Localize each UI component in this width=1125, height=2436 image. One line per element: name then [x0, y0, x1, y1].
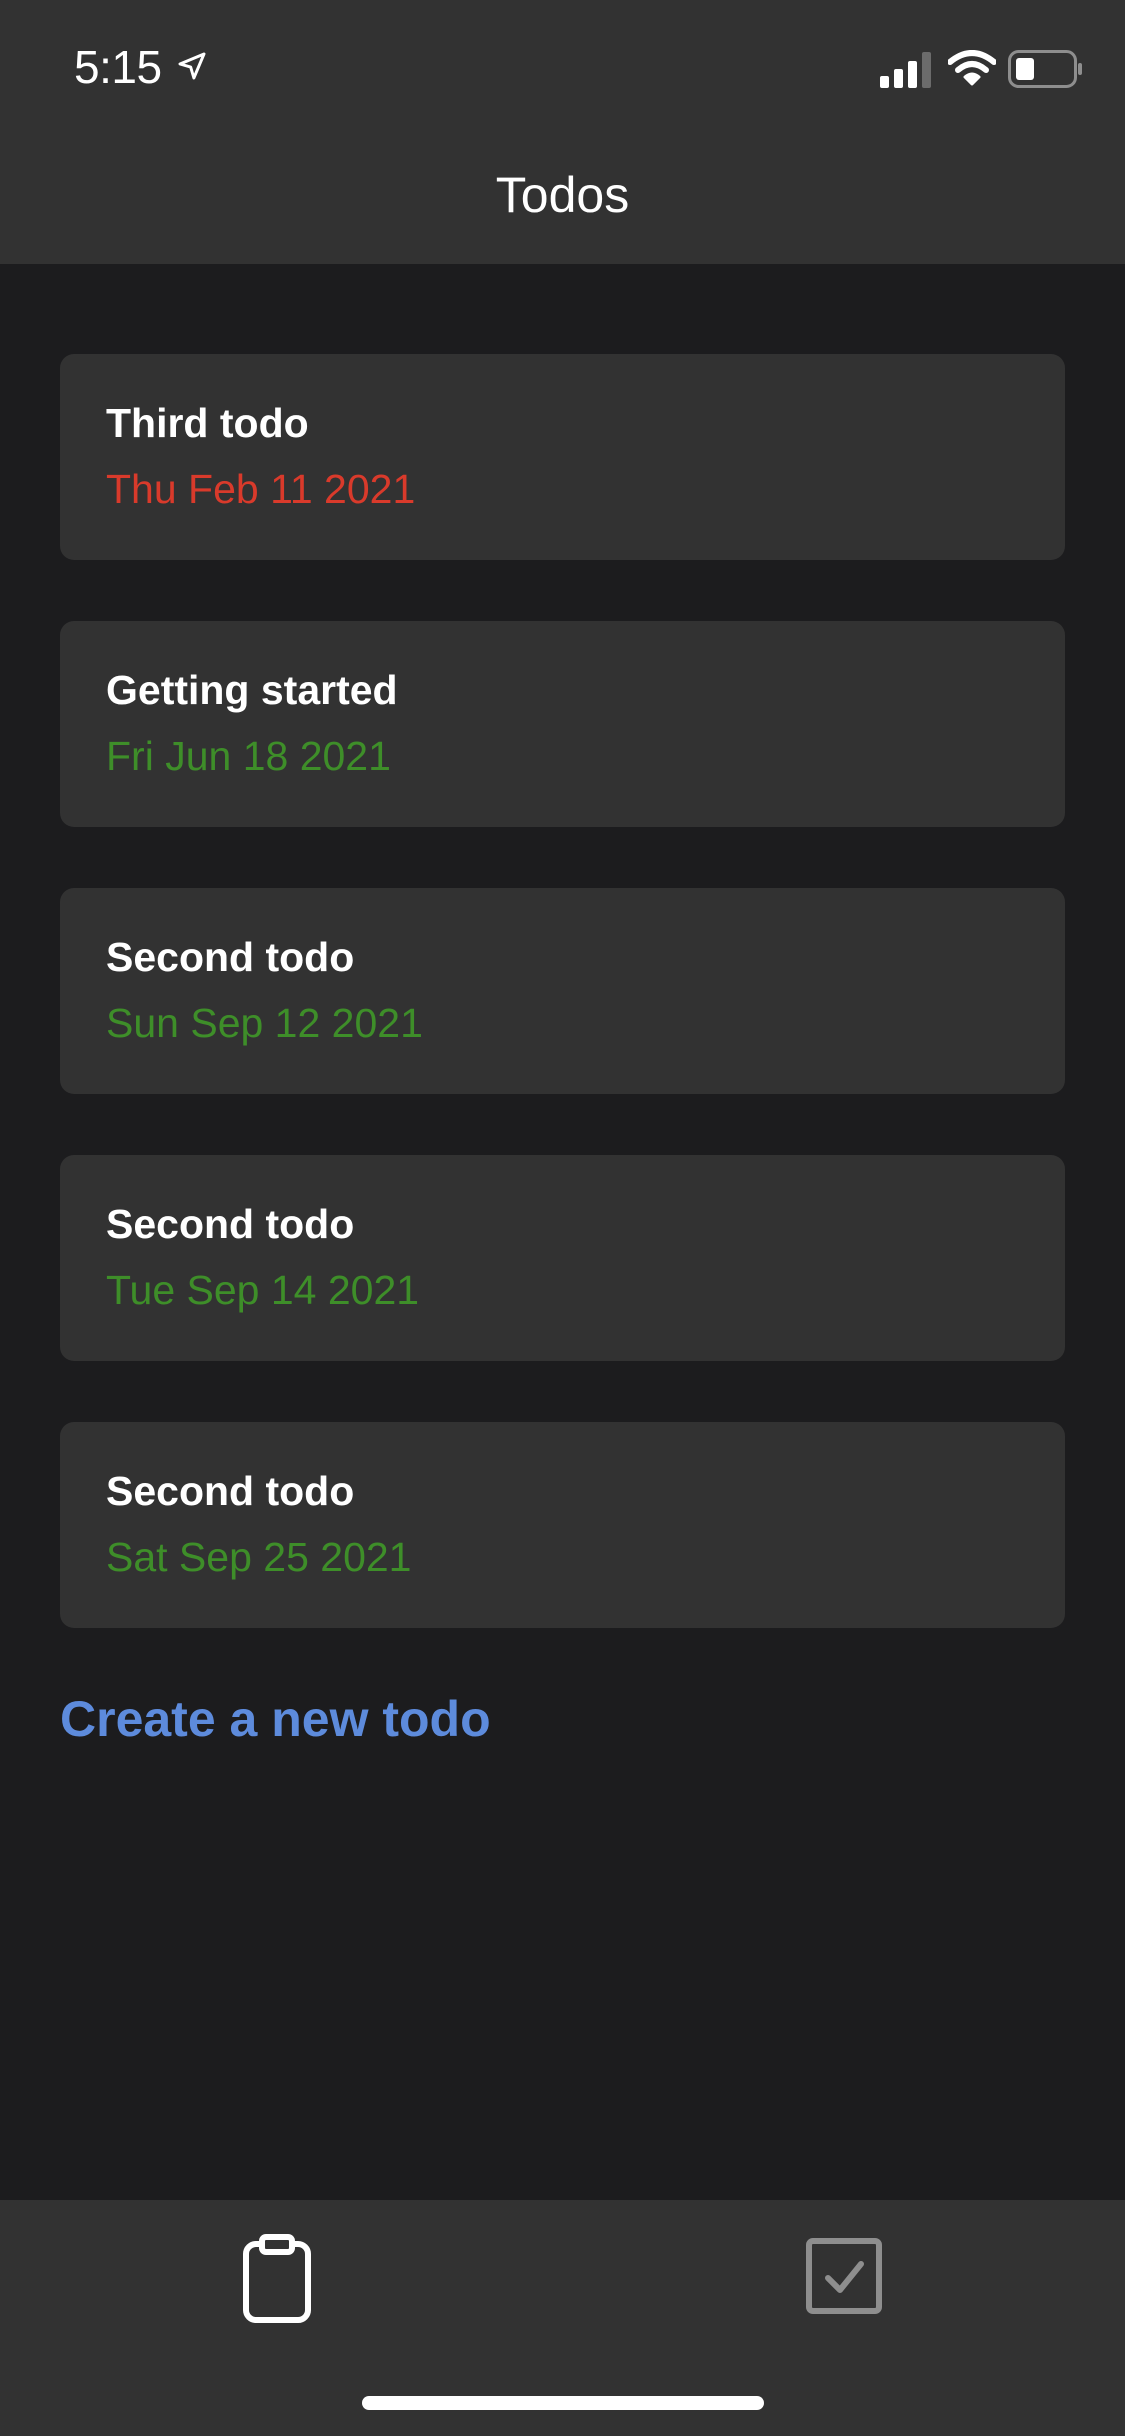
- todo-date: Sat Sep 25 2021: [106, 1534, 412, 1580]
- todo-title: Second todo: [106, 934, 355, 980]
- wifi-icon: [948, 50, 996, 86]
- todo-item[interactable]: Third todo Thu Feb 11 2021: [60, 354, 1065, 560]
- todo-title: Third todo: [106, 400, 309, 446]
- todo-title: Second todo: [106, 1468, 355, 1514]
- todo-date: Sun Sep 12 2021: [106, 1000, 423, 1046]
- todo-list: Third todo Thu Feb 11 2021 Getting start…: [60, 354, 1065, 1689]
- todo-item[interactable]: Second todo Sat Sep 25 2021: [60, 1422, 1065, 1628]
- todo-date: Tue Sep 14 2021: [106, 1267, 420, 1313]
- home-indicator: [362, 2396, 764, 2410]
- todo-title: Second todo: [106, 1201, 355, 1247]
- todo-date: Thu Feb 11 2021: [106, 466, 416, 512]
- checkbox-checked-icon[interactable]: [806, 2238, 882, 2314]
- todo-item[interactable]: Second todo Tue Sep 14 2021: [60, 1155, 1065, 1361]
- navigation-header: 5:15 Todos: [0, 0, 1125, 264]
- todo-date: Fri Jun 18 2021: [106, 733, 391, 779]
- todo-item[interactable]: Second todo Sun Sep 12 2021: [60, 888, 1065, 1094]
- create-todo-link[interactable]: Create a new todo: [60, 1690, 491, 1748]
- clipboard-icon[interactable]: [242, 2234, 312, 2324]
- todo-item[interactable]: Getting started Fri Jun 18 2021: [60, 621, 1065, 827]
- location-arrow-icon: [178, 52, 206, 80]
- status-time: 5:15: [74, 41, 162, 93]
- cellular-signal-icon: [880, 52, 931, 88]
- battery-icon: [1008, 50, 1082, 88]
- page-title: Todos: [495, 167, 630, 223]
- todo-title: Getting started: [106, 667, 398, 713]
